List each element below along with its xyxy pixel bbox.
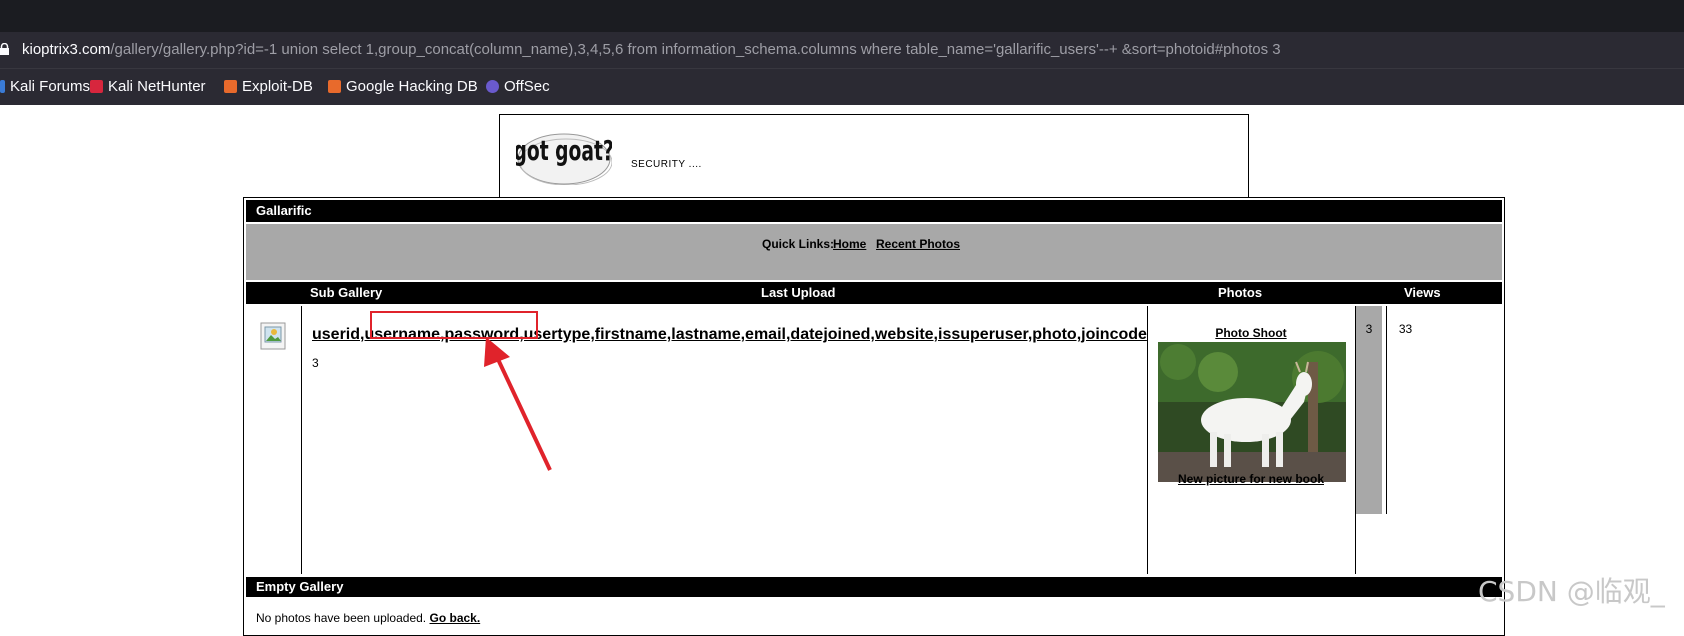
kali-nethunter-icon	[90, 80, 103, 93]
empty-gallery-title-bar: Empty Gallery	[246, 577, 1502, 597]
exploit-db-icon	[224, 80, 237, 93]
browser-titlebar	[0, 0, 1684, 32]
go-back-link[interactable]: Go back.	[429, 611, 480, 625]
bookmark-kali-nethunter[interactable]: Kali NetHunter	[90, 69, 206, 105]
recent-photos-link[interactable]: Recent Photos	[876, 237, 960, 251]
web-page: got goat? SECURITY .... Gallarific Quick…	[0, 105, 1684, 636]
bookmark-google-hacking-db[interactable]: Google Hacking DB	[328, 69, 478, 105]
views-count-cell: 33	[1386, 306, 1424, 514]
bookmarks-toolbar: Kali Forums Kali NetHunter Exploit-DB Go…	[0, 68, 1684, 105]
photo-caption-link[interactable]: New picture for new book	[1150, 472, 1352, 486]
svg-text:got goat?: got goat?	[516, 134, 612, 167]
photo-title-link[interactable]: Photo Shoot	[1150, 326, 1352, 340]
bookmark-kali-forums[interactable]: Kali Forums	[0, 69, 90, 105]
gallery-table: Gallarific Quick Links: Home Recent Phot…	[243, 197, 1505, 577]
site-tagline: SECURITY ....	[631, 159, 702, 170]
home-link[interactable]: Home	[833, 237, 866, 251]
site-header: got goat? SECURITY ....	[499, 114, 1249, 203]
bookmark-offsec[interactable]: OffSec	[486, 69, 550, 105]
address-bar[interactable]: kioptrix3.com/gallery/gallery.php?id=-1 …	[0, 32, 1684, 68]
section-title-bar: Gallarific	[246, 200, 1502, 222]
col-photos: Photos	[1218, 285, 1263, 300]
photos-count-cell: 3	[1356, 306, 1384, 514]
csdn-watermark: CSDN @临观_	[1478, 575, 1665, 608]
table-row: userid,username,password,usertype,firstn…	[246, 306, 1502, 574]
goat-photo[interactable]	[1158, 342, 1346, 482]
quick-links-label: Quick Links:	[762, 237, 835, 251]
url-path: /gallery/gallery.php?id=-1 union select …	[110, 41, 1281, 58]
annotation-arrow	[484, 337, 552, 471]
col-last-upload: Last Upload	[761, 285, 836, 300]
gallery-thumb-cell	[246, 306, 302, 574]
lock-icon	[0, 43, 9, 55]
got-goat-logo: got goat?	[516, 133, 612, 185]
sub-gallery-cell	[302, 306, 1148, 574]
column-header-row: Sub Gallery Last Upload Photos Views	[246, 282, 1502, 304]
col-sub-gallery: Sub Gallery	[310, 285, 383, 300]
google-hacking-db-icon	[328, 80, 341, 93]
gallery-image-icon[interactable]	[260, 322, 286, 350]
col-views: Views	[1404, 285, 1441, 300]
empty-gallery-section: Empty Gallery No photos have been upload…	[243, 575, 1505, 636]
bookmark-exploit-db[interactable]: Exploit-DB	[224, 69, 313, 105]
gallery-count: 3	[312, 356, 319, 370]
empty-gallery-message: No photos have been uploaded. Go back.	[256, 611, 481, 625]
offsec-icon	[486, 80, 499, 93]
kali-forums-icon	[0, 80, 5, 93]
quick-links-bar: Quick Links: Home Recent Photos	[246, 224, 1502, 282]
url-host: kioptrix3.com	[22, 41, 111, 58]
